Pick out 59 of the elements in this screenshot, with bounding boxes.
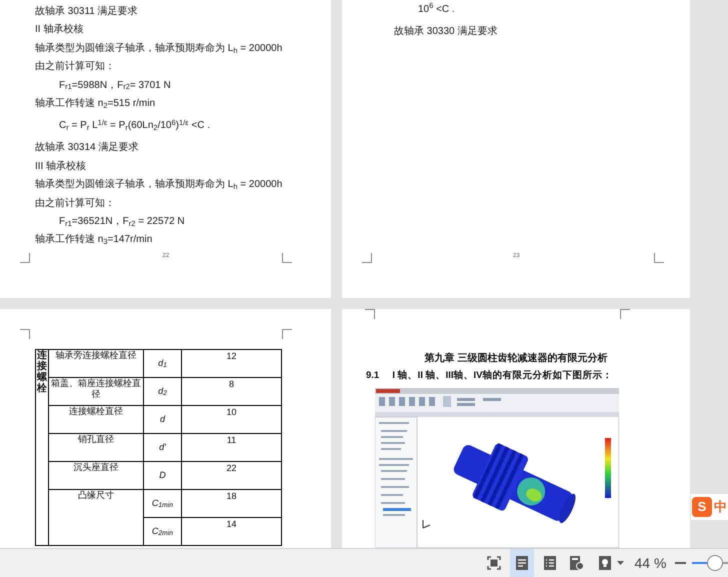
crop-mark xyxy=(365,309,375,319)
paragraph: 轴承工作转速 n$_{2}$=515 r/min xyxy=(35,96,156,112)
page-layout-icon xyxy=(516,556,528,570)
table-cell: D xyxy=(144,462,182,490)
crop-mark xyxy=(620,309,630,319)
crop-mark xyxy=(654,253,664,263)
page-settings-icon xyxy=(570,556,584,570)
crop-mark xyxy=(282,253,292,263)
paragraph: II 轴承校核 xyxy=(35,22,84,38)
slider-thumb[interactable] xyxy=(707,555,724,571)
paragraph: 轴承工作转速 n$_{3}$=147r/min xyxy=(35,232,152,248)
paragraph: 故轴承 30311 满足要求 xyxy=(35,4,138,19)
table-cell: 沉头座直径 xyxy=(48,462,144,490)
view-button[interactable] xyxy=(510,549,534,577)
table-cell: 销孔直径 xyxy=(48,434,144,462)
fullscreen-icon xyxy=(487,556,502,570)
table-cell: 12 xyxy=(182,350,282,378)
ime-logo: S xyxy=(692,497,712,517)
formula: C$_{r}$ = P$_{r}$ L$^{1/ε}$ = P$_{r}$(60Ln$_{2}$/10$^{6}$)$^{1/ε}$ <C . xyxy=(59,116,210,134)
table-cell: 连接螺栓 xyxy=(36,350,48,546)
crop-mark xyxy=(282,329,292,339)
table-cell: d$_{2}$ xyxy=(144,378,182,406)
paragraph: 故轴承 30330 满足要求 xyxy=(394,24,498,39)
table-cell: 凸缘尺寸 xyxy=(48,490,144,546)
table-cell: d$_{1}$ xyxy=(144,350,182,378)
table-cell: 10 xyxy=(182,406,282,434)
paragraph: 故轴承 30314 满足要求 xyxy=(35,140,138,156)
crop-mark xyxy=(362,253,372,263)
input-method-menu[interactable]: S 中 xyxy=(691,494,728,520)
table-cell: 22 xyxy=(182,462,282,490)
outline-list-icon xyxy=(544,556,556,570)
section-heading: 9.1 I 轴、II 轴、III轴、IV轴的有限元分析如下图所示： xyxy=(366,369,612,383)
table-cell: 18 xyxy=(182,490,282,518)
table-cell: 箱盖、箱座连接螺栓直径 xyxy=(48,378,144,406)
table-cell: 8 xyxy=(182,378,282,406)
paragraph: III 轴承校核 xyxy=(35,160,86,174)
paragraph: 由之前计算可知： xyxy=(35,196,115,211)
zoom-level: 44 % xyxy=(634,554,666,572)
table-cell: d' xyxy=(144,434,182,462)
table-cell: d xyxy=(144,406,182,434)
chapter-heading: 第九章 三级圆柱齿轮减速器的有限元分析 xyxy=(424,351,608,366)
paragraph: F$_{r1}$=5988N，F$_{r2}$= 3701 N xyxy=(59,78,171,94)
paragraph: 由之前计算可知： xyxy=(35,60,115,74)
table-cell: 11 xyxy=(182,434,282,462)
zoom-slider[interactable] xyxy=(692,555,728,571)
formula: 10$^{6}$ <C . xyxy=(418,0,455,17)
paragraph: 轴承类型为圆锥滚子轴承，轴承预期寿命为 L$_{h}$ = 20000h xyxy=(35,42,282,57)
bulb-page-icon xyxy=(599,556,612,570)
crop-mark xyxy=(20,329,30,339)
table-cell: 连接螺栓直径 xyxy=(48,406,144,434)
table-cell: C$_{2min}$ xyxy=(144,518,182,546)
ime-mode-label: 中 xyxy=(714,498,727,516)
crop-mark xyxy=(20,253,30,263)
table-cell: 14 xyxy=(182,518,282,546)
table-cell: C$_{1min}$ xyxy=(144,490,182,518)
caret-icon[interactable] xyxy=(616,561,624,565)
table-cell: 轴承旁连接螺栓直径 xyxy=(48,350,144,378)
paragraph: 轴承类型为圆锥滚子轴承，轴承预期寿命为 L$_{h}$ = 20000h xyxy=(35,178,282,193)
paragraph: F$_{r1}$=36521N，F$_{r2}$ = 22572 N xyxy=(59,214,185,230)
